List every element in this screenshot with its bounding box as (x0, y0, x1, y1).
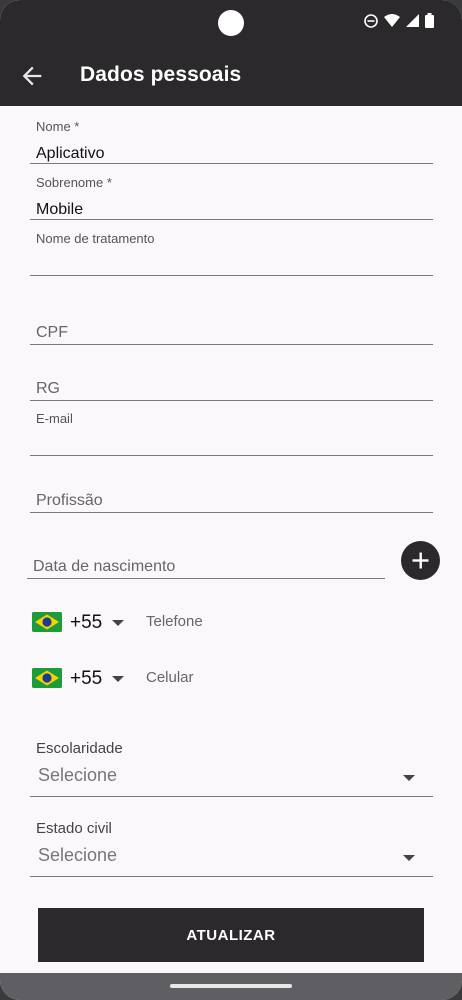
chevron-down-icon (403, 775, 415, 781)
telefone-placeholder: Telefone (146, 613, 203, 630)
app-bar: Dados pessoais (0, 44, 462, 106)
plus-icon (412, 552, 429, 569)
wifi-icon (384, 13, 400, 27)
telefone-input[interactable]: Telefone (145, 607, 433, 635)
nome-underline (30, 163, 433, 164)
celular-input[interactable]: Celular (145, 663, 433, 691)
screen: Dados pessoais Nome * Aplicativo Sobreno… (0, 0, 462, 1000)
profissao-underline (30, 512, 433, 513)
celular-placeholder: Celular (146, 669, 194, 686)
update-button[interactable]: ATUALIZAR (38, 908, 424, 962)
sobrenome-field[interactable]: Sobrenome * Mobile (30, 172, 433, 222)
status-bar (0, 0, 462, 44)
tratamento-underline (30, 275, 433, 276)
sobrenome-underline (30, 219, 433, 220)
cpf-underline (30, 344, 433, 345)
estado-civil-label: Estado civil (36, 820, 112, 837)
home-handle[interactable] (170, 984, 292, 988)
tratamento-label: Nome de tratamento (36, 231, 155, 246)
birthdate-underline (27, 578, 385, 579)
cpf-field[interactable]: CPF (30, 318, 433, 348)
escolaridade-select[interactable]: Selecione (30, 763, 433, 797)
rg-placeholder: RG (36, 380, 60, 397)
status-icons (364, 13, 434, 28)
back-arrow-icon[interactable] (18, 62, 46, 90)
profissao-field[interactable]: Profissão (30, 486, 433, 516)
sobrenome-label: Sobrenome * (36, 175, 112, 190)
tratamento-field[interactable]: Nome de tratamento (30, 228, 433, 278)
brazil-flag-icon[interactable] (32, 612, 62, 632)
add-date-button[interactable] (401, 541, 440, 580)
rg-underline (30, 400, 433, 401)
rg-field[interactable]: RG (30, 374, 433, 404)
nome-value: Aplicativo (36, 145, 105, 162)
battery-icon (425, 13, 434, 28)
birthdate-field[interactable]: Data de nascimento (27, 552, 385, 582)
celular-row: +55 Celular (30, 659, 433, 699)
dnd-icon (364, 13, 378, 28)
chevron-down-icon (403, 855, 415, 861)
chevron-down-icon[interactable] (112, 620, 124, 626)
nome-field[interactable]: Nome * Aplicativo (30, 116, 433, 166)
escolaridade-selected: Selecione (38, 765, 118, 785)
escolaridade-label: Escolaridade (36, 740, 123, 757)
telefone-row: +55 Telefone (30, 603, 433, 643)
estado-civil-selected: Selecione (38, 845, 118, 865)
sobrenome-value: Mobile (36, 201, 84, 218)
page-title: Dados pessoais (80, 63, 242, 86)
camera-cutout (218, 10, 244, 36)
signal-icon (406, 14, 419, 27)
email-label: E-mail (36, 411, 73, 426)
estado-civil-select[interactable]: Selecione (30, 843, 433, 877)
email-underline (30, 455, 433, 456)
estado-civil-underline (30, 876, 433, 877)
navigation-bar (0, 973, 462, 1000)
chevron-down-icon[interactable] (112, 676, 124, 682)
profissao-placeholder: Profissão (36, 492, 103, 509)
brazil-flag-icon[interactable] (32, 668, 62, 688)
telefone-country-code[interactable]: +55 (70, 612, 102, 634)
celular-country-code[interactable]: +55 (70, 668, 102, 690)
birthdate-placeholder: Data de nascimento (33, 558, 176, 575)
escolaridade-underline (30, 796, 433, 797)
nome-label: Nome * (36, 119, 80, 134)
email-field[interactable]: E-mail (30, 408, 433, 458)
cpf-placeholder: CPF (36, 324, 68, 341)
